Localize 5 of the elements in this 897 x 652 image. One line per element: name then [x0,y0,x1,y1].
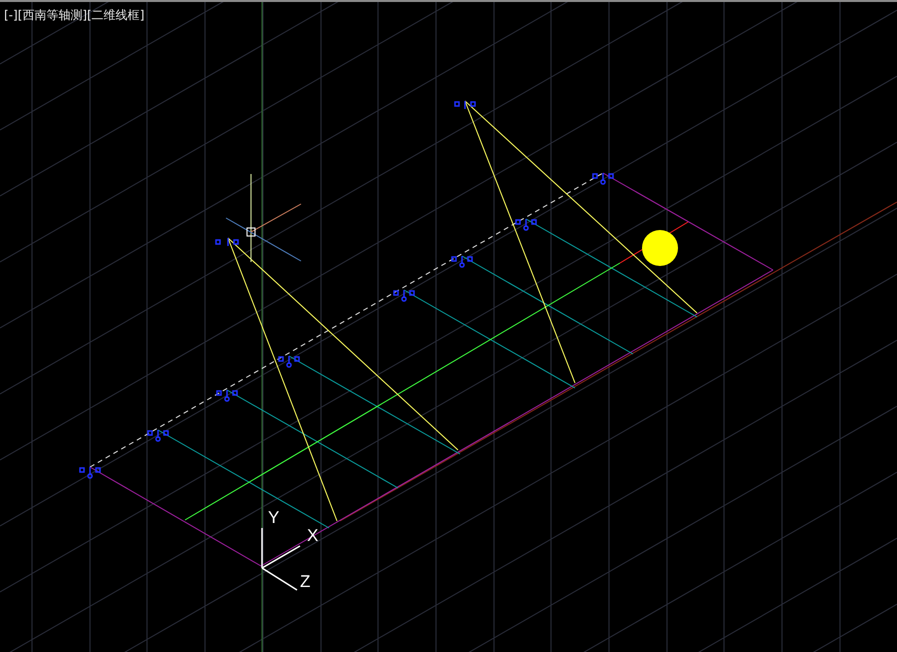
axis-label: Z [300,572,310,592]
ucs-axes-icon [261,528,300,591]
crosshair-cursor-icon [226,174,302,262]
axis-label: Y [268,508,280,528]
viewport-label[interactable]: [-][西南等轴测][二维线框] [4,7,144,24]
